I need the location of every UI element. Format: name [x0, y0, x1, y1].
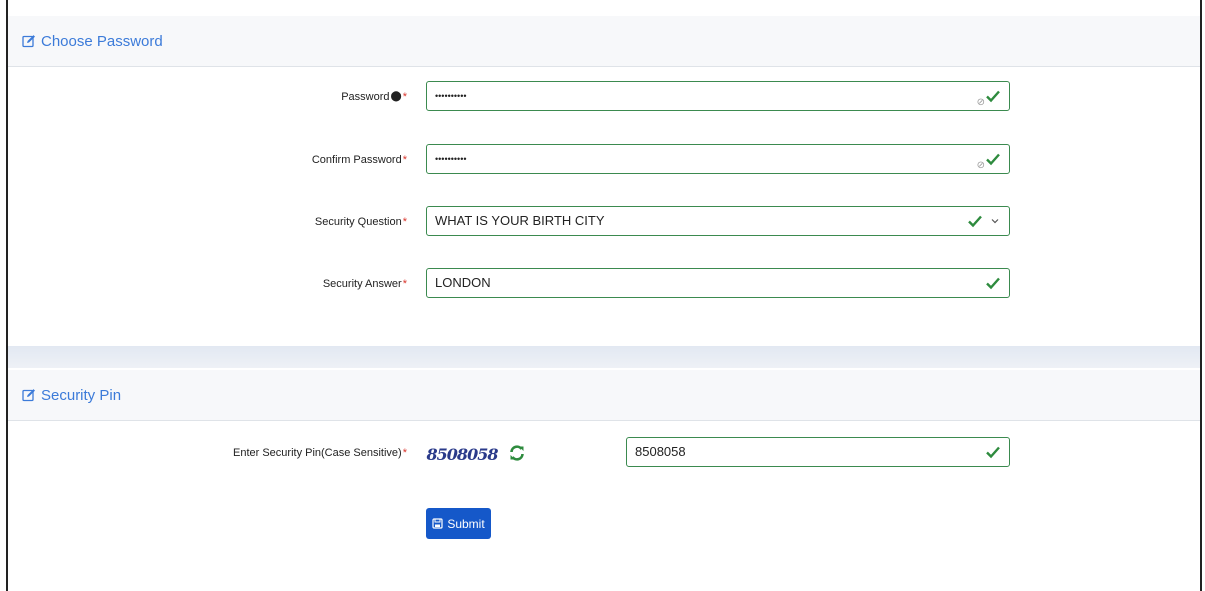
security-answer-input[interactable]: LONDON	[426, 268, 1010, 298]
security-pin-header: Security Pin	[8, 370, 1200, 421]
eye-slash-icon[interactable]: ⊘	[977, 152, 985, 180]
choose-password-title: Choose Password	[41, 32, 163, 50]
security-answer-label: Security Answer*	[322, 278, 407, 290]
chevron-down-icon[interactable]	[990, 216, 1000, 226]
check-icon	[986, 446, 1000, 459]
security-pin-input[interactable]: 8508058	[626, 437, 1010, 467]
edit-icon	[22, 388, 36, 402]
save-icon	[432, 518, 443, 529]
section-divider	[8, 346, 1200, 368]
required-mark: *	[402, 154, 407, 166]
required-mark: *	[402, 447, 407, 459]
confirm-password-field[interactable]: •••••••••• ⊘	[426, 144, 1010, 174]
required-mark: *	[402, 278, 407, 290]
security-pin-title: Security Pin	[41, 386, 122, 404]
choose-password-header: Choose Password	[8, 16, 1200, 67]
security-answer-row: Security Answer* LONDON	[8, 268, 1200, 300]
security-pin-label: Enter Security Pin(Case Sensitive)*	[232, 447, 407, 459]
check-icon	[986, 277, 1000, 290]
registration-form: Choose Password Password⬤* •••••••••• ⊘ …	[6, 0, 1202, 591]
info-icon[interactable]: ⬤	[391, 91, 402, 102]
check-icon	[986, 90, 1000, 103]
password-label: Password⬤*	[341, 91, 407, 103]
edit-icon	[22, 34, 36, 48]
eye-slash-icon[interactable]: ⊘	[977, 89, 985, 117]
security-pin-row: Enter Security Pin(Case Sensitive)* 8508…	[8, 437, 1200, 469]
check-icon	[968, 215, 982, 228]
required-mark: *	[402, 91, 407, 103]
submit-button[interactable]: Submit	[426, 508, 491, 539]
refresh-icon[interactable]	[508, 444, 526, 462]
password-row: Password⬤* •••••••••• ⊘	[8, 81, 1200, 113]
required-mark: *	[402, 216, 407, 228]
check-icon	[986, 153, 1000, 166]
captcha-image: 8508058	[426, 433, 498, 475]
password-field[interactable]: •••••••••• ⊘	[426, 81, 1010, 111]
security-question-select[interactable]: WHAT IS YOUR BIRTH CITY	[426, 206, 1010, 236]
confirm-password-label: Confirm Password*	[311, 154, 407, 166]
security-question-row: Security Question* WHAT IS YOUR BIRTH CI…	[8, 206, 1200, 238]
confirm-password-row: Confirm Password* •••••••••• ⊘	[8, 144, 1200, 176]
security-question-label: Security Question*	[314, 216, 407, 228]
